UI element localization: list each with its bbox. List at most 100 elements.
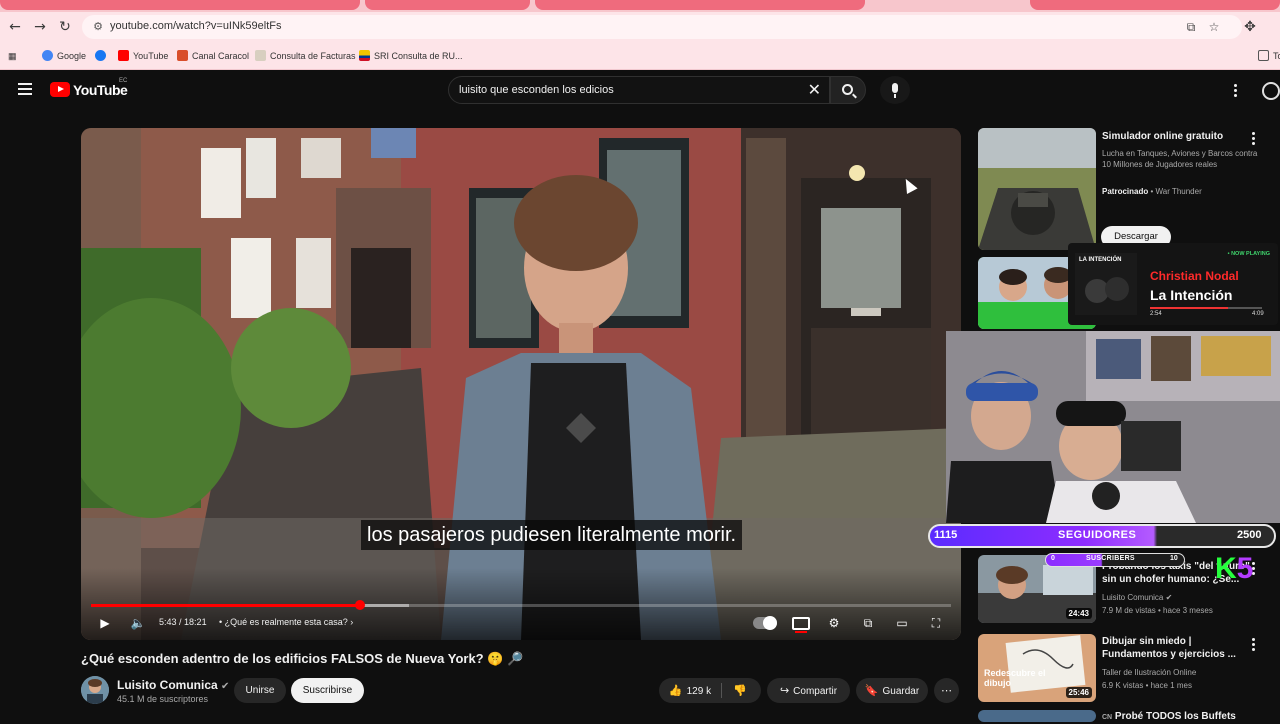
video-channel-name: Luisito Comunica [1102,593,1164,602]
video-title[interactable]: Dibujar sin miedo | Fundamentos y ejerci… [1102,635,1252,661]
browser-tab-strip [0,0,1280,12]
bookmark-label: To [1273,51,1280,61]
verified-icon: ✔ [221,681,230,692]
miniplayer-icon[interactable]: ⧉ [859,614,877,632]
time-total: 18:21 [184,617,207,627]
thumbs-up-icon: 👍 [668,684,683,697]
youtube-play-icon [50,82,70,97]
now-playing-elapsed: 2:54 [1150,311,1162,317]
ad-title[interactable]: Simulador online gratuito [1102,130,1252,143]
join-button[interactable]: Unirse [234,678,286,703]
search-input[interactable]: luisito que esconden los edicios ✕ [448,76,830,104]
channel-avatar[interactable] [81,676,109,704]
advertiser-name: War Thunder [1155,187,1202,196]
bookmark-sri[interactable]: SRI Consulta de RU... [359,49,463,63]
subscribers-goal: 10 [1170,555,1178,562]
bookmark-facebook[interactable] [95,49,110,63]
reload-icon[interactable]: ↻ [57,19,73,35]
like-button[interactable]: 👍 129 k [659,678,721,704]
browser-tab[interactable] [535,0,865,10]
browser-tab[interactable] [0,0,360,10]
chapter-title: ¿Qué es realmente esta casa? [224,617,348,627]
share-label: Compartir [793,686,838,697]
bookmark-facturas[interactable]: Consulta de Facturas [255,49,356,63]
search-query[interactable]: luisito que esconden los edicios [459,84,614,96]
video-thumbnail[interactable] [978,710,1096,722]
back-icon[interactable]: ← [7,19,23,35]
video-channel: Luisito Comunica ✔ [1102,592,1172,603]
settings-gear-icon[interactable]: ⚙ [825,614,843,632]
ad-more-icon[interactable] [1252,132,1256,147]
video-thumbnail[interactable]: Redescubre el dibujo 25:46 [978,634,1096,702]
clear-search-icon[interactable]: ✕ [808,81,821,99]
bookmark-youtube[interactable]: YouTube [118,49,168,63]
voice-search-button[interactable] [880,76,910,104]
save-label: Guardar [882,686,920,697]
video-meta: 7.9 M de vistas • hace 3 meses [1102,606,1213,615]
logo-text: YouTube [73,82,128,98]
facebook-icon [95,50,106,61]
chapter-button[interactable]: • ¿Qué es realmente esta casa? › [219,617,353,627]
bookmark-caracol[interactable]: Canal Caracol [177,49,249,63]
video-channel: Taller de Ilustración Online [1102,668,1197,677]
account-icon[interactable] [1262,82,1280,100]
thumbs-down-icon: 👎 [733,684,747,697]
like-divider [721,683,722,698]
menu-icon[interactable] [18,83,32,95]
video-duration: 24:43 [1065,608,1092,619]
verified-icon: ✔ [1165,593,1173,602]
video-title[interactable]: CN Probé TODOS los Buffets [1102,710,1262,724]
k5-digit: 5 [1236,552,1254,585]
channel-name-text[interactable]: Luisito Comunica [117,678,218,692]
webcam-overlay [946,331,1280,523]
video-title-text[interactable]: Probé TODOS los Buffets [1115,711,1236,722]
now-playing-progress [1150,307,1262,309]
volume-icon[interactable]: 🔈 [129,614,147,632]
save-button[interactable]: 🔖 Guardar [856,678,928,703]
search-icon [842,84,853,95]
progress-played [91,604,361,607]
bookmark-label: YouTube [133,51,169,61]
share-button[interactable]: ↪ Compartir [767,678,850,703]
youtube-header: YouTube EC luisito que esconden los edic… [0,70,1280,112]
bookmark-icon: 🔖 [864,684,879,697]
ad-sponsor-line: Patrocinado • War Thunder [1102,187,1202,196]
site-info-icon[interactable]: ⚙ [90,19,106,35]
progress-bar[interactable] [91,600,951,610]
ad-description: Lucha en Tanques, Aviones y Barcos contr… [1102,149,1258,169]
followers-label: SEGUIDORES [1058,529,1137,541]
microphone-icon [892,83,898,98]
bookmark-star-icon[interactable]: ☆ [1206,19,1222,35]
browser-tab[interactable] [365,0,530,10]
browser-toolbar: ← → ↻ ⚙ youtube.com/watch?v=uINk59eltFs … [0,12,1280,42]
browser-tab[interactable] [1030,0,1280,10]
apps-grid-icon[interactable]: ▦ [8,49,17,63]
share-icon: ↪ [779,684,790,697]
autoplay-toggle[interactable] [753,616,777,630]
ad-thumbnail[interactable] [978,128,1096,250]
fullscreen-icon[interactable]: ⛶ [927,614,945,632]
like-count: 129 k [686,686,712,697]
bookmarks-bar: ▦ Google YouTube Canal Caracol Consulta … [0,42,1280,70]
search-button[interactable] [830,76,866,104]
channel-name[interactable]: Luisito Comunica ✔ [117,678,229,692]
subscribe-button[interactable]: Suscribirse [291,678,364,703]
extensions-icon[interactable]: ✥ [1242,19,1258,35]
video-player[interactable]: los pasajeros pudiesen literalmente mori… [81,128,961,640]
now-playing-total: 4:09 [1252,311,1264,317]
play-icon[interactable]: ▶ [97,614,113,632]
bookmark-google[interactable]: Google [42,49,86,63]
forward-icon[interactable]: → [32,19,48,35]
more-actions-button[interactable]: ⋯ [934,678,959,703]
bookmark-folder[interactable]: To [1258,49,1280,63]
k5-logo: K5 [1215,552,1253,586]
address-bar[interactable]: ⚙ youtube.com/watch?v=uINk59eltFs ⧉ ☆ [82,15,1242,39]
install-app-icon[interactable]: ⧉ [1183,19,1199,35]
dislike-button[interactable]: 👎 [725,678,759,704]
settings-more-icon[interactable] [1234,84,1238,99]
video-more-icon[interactable] [1252,638,1256,653]
theater-mode-icon[interactable]: ▭ [893,614,911,632]
address-url[interactable]: youtube.com/watch?v=uINk59eltFs [110,20,282,32]
country-code: EC [119,78,128,84]
subtitles-icon[interactable] [792,617,810,633]
